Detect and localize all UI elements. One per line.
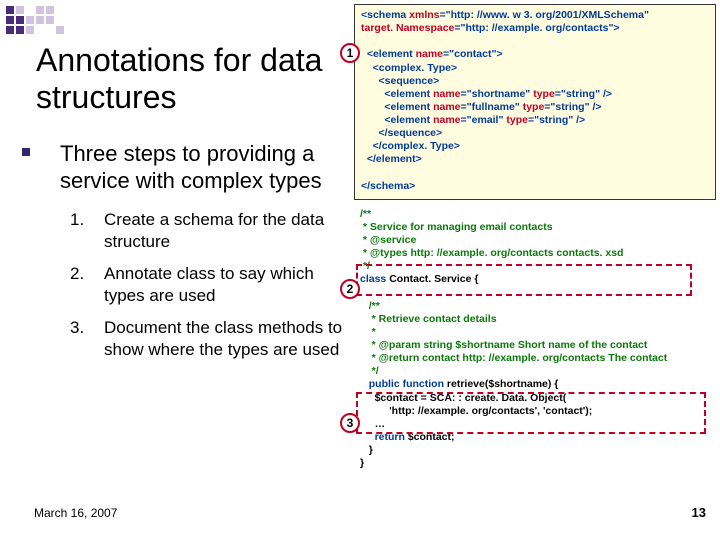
code-token: * @param string $shortname Short name of… bbox=[360, 339, 647, 351]
list-text: Document the class methods to show where… bbox=[104, 317, 344, 361]
code-token: xmlns bbox=[409, 9, 439, 21]
code-token: ="http: //www. w 3. org/2001/XMLSchema" bbox=[440, 9, 649, 21]
code-area: <schema xmlns="http: //www. w 3. org/200… bbox=[354, 4, 716, 472]
callout-label: 2 bbox=[347, 282, 354, 296]
code-token: * @types http: //example. org/contacts c… bbox=[360, 247, 623, 259]
code-token: $contact; bbox=[408, 431, 455, 443]
left-column: Annotations for data structures Three st… bbox=[0, 30, 352, 371]
code-token: /** bbox=[360, 208, 371, 220]
code-token: retrieve($shortname) { bbox=[444, 378, 558, 390]
code-token: Contact. Service { bbox=[386, 273, 478, 285]
code-token: ="string" /> bbox=[528, 114, 585, 126]
code-token: type bbox=[506, 114, 528, 126]
code-token: </sequence> bbox=[361, 127, 442, 139]
bullet-item: Three steps to providing a service with … bbox=[22, 140, 344, 195]
code-token: } bbox=[360, 457, 364, 469]
code-token: * @service bbox=[360, 234, 416, 246]
code-token: $contact = SCA: : create. Data. Object( bbox=[360, 392, 566, 404]
code-token: <element bbox=[361, 88, 433, 100]
list-number: 2. bbox=[70, 263, 104, 307]
code-token: ="string" /> bbox=[544, 101, 601, 113]
callout-label: 1 bbox=[347, 46, 354, 60]
code-token: name bbox=[416, 48, 443, 60]
code-token: * Service for managing email contacts bbox=[360, 221, 553, 233]
code-token: */ bbox=[360, 365, 379, 377]
list-text: Create a schema for the data structure bbox=[104, 209, 344, 253]
code-token: name bbox=[433, 88, 460, 100]
code-token: ="fullname" bbox=[461, 101, 523, 113]
code-token: return bbox=[360, 431, 408, 443]
code-token: ="email" bbox=[461, 114, 507, 126]
code-token: <complex. Type> bbox=[361, 62, 457, 74]
code-token: ="http: //example. org/contacts"> bbox=[454, 22, 619, 34]
php-code-box: /** * Service for managing email contact… bbox=[354, 206, 716, 473]
code-token: class bbox=[360, 273, 386, 285]
code-token: <sequence> bbox=[361, 75, 439, 87]
callout-1-circle: 1 bbox=[340, 43, 360, 63]
code-token: <element bbox=[361, 114, 433, 126]
list-item: 1. Create a schema for the data structur… bbox=[70, 209, 344, 253]
code-token: </element> bbox=[361, 153, 422, 165]
code-token: 'http: //example. org/contacts', 'contac… bbox=[360, 405, 592, 417]
code-token: name bbox=[433, 114, 460, 126]
xml-schema-box: <schema xmlns="http: //www. w 3. org/200… bbox=[354, 4, 716, 200]
list-item: 2. Annotate class to say which types are… bbox=[70, 263, 344, 307]
list-text: Annotate class to say which types are us… bbox=[104, 263, 344, 307]
code-token: type bbox=[533, 88, 555, 100]
code-token: target. Namespace bbox=[361, 22, 454, 34]
code-token: </schema> bbox=[361, 180, 415, 192]
list-number: 1. bbox=[70, 209, 104, 253]
bullet-square-icon bbox=[22, 148, 30, 156]
slide-title: Annotations for data structures bbox=[36, 42, 344, 116]
slide-subtitle: Three steps to providing a service with … bbox=[60, 140, 344, 195]
numbered-list: 1. Create a schema for the data structur… bbox=[70, 209, 344, 362]
code-token: <element bbox=[361, 48, 416, 60]
code-token: … bbox=[360, 418, 385, 430]
code-token: name bbox=[433, 101, 460, 113]
code-token: ="shortname" bbox=[461, 88, 534, 100]
code-token: </complex. Type> bbox=[361, 140, 460, 152]
code-token: } bbox=[360, 444, 373, 456]
callout-label: 3 bbox=[347, 416, 354, 430]
code-token: <schema bbox=[361, 9, 409, 21]
callout-2-circle: 2 bbox=[340, 279, 360, 299]
code-token: public function bbox=[360, 378, 444, 390]
code-token: <element bbox=[361, 101, 433, 113]
code-token: * bbox=[360, 326, 376, 338]
code-token: ="contact"> bbox=[443, 48, 503, 60]
code-token: ="string" /> bbox=[555, 88, 612, 100]
list-number: 3. bbox=[70, 317, 104, 361]
code-token: type bbox=[523, 101, 545, 113]
code-token: */ bbox=[360, 260, 370, 272]
footer-date: March 16, 2007 bbox=[34, 506, 117, 520]
code-token: * @return contact http: //example. org/c… bbox=[360, 352, 667, 364]
page-number: 13 bbox=[692, 505, 706, 520]
code-token: * Retrieve contact details bbox=[360, 313, 497, 325]
code-token: /** bbox=[360, 300, 380, 312]
list-item: 3. Document the class methods to show wh… bbox=[70, 317, 344, 361]
callout-3-circle: 3 bbox=[340, 413, 360, 433]
